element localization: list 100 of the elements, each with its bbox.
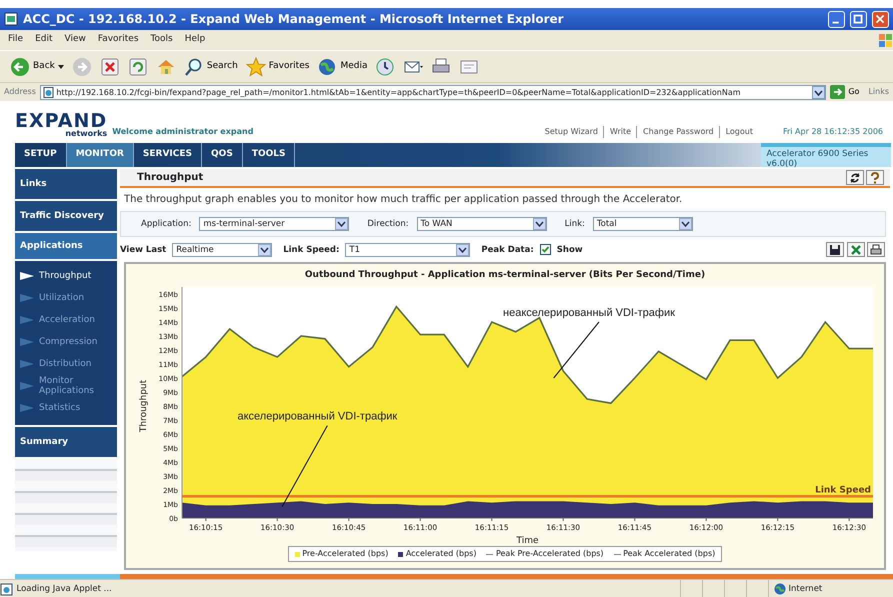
- print-icon: [870, 244, 882, 256]
- legend-label: Pre-Accelerated (bps): [302, 548, 388, 560]
- triangle-icon: [20, 360, 34, 368]
- menu-item[interactable]: Tools: [150, 33, 173, 47]
- filter-label: Link:: [564, 218, 585, 231]
- panel-header: Throughput: [120, 169, 890, 188]
- window-icon: [4, 12, 18, 26]
- spreadsheet-icon: [850, 244, 862, 256]
- menu-item[interactable]: File: [8, 33, 24, 47]
- sidebar-subitem[interactable]: Acceleration: [15, 309, 117, 332]
- window-title: ACC_DC - 192.168.10.2 - Expand Web Management - Microsoft Internet Explorer: [23, 11, 565, 28]
- search-icon: [184, 56, 204, 76]
- media-button[interactable]: Media: [317, 56, 368, 76]
- legend-label: Accelerated (bps): [406, 548, 476, 560]
- zone-text: Internet: [788, 582, 822, 596]
- close-button[interactable]: [872, 10, 889, 28]
- leader-line: [553, 322, 600, 379]
- triangle-icon: [20, 272, 34, 280]
- select-field[interactable]: ms-terminal-server: [199, 217, 350, 232]
- option-label: View Last: [120, 244, 166, 256]
- print-button[interactable]: [867, 242, 885, 258]
- nav-tab[interactable]: TOOLS: [242, 142, 296, 167]
- menu-item[interactable]: Favorites: [98, 33, 139, 47]
- triangle-icon: [20, 338, 34, 346]
- refresh-icon: [848, 172, 860, 184]
- sidebar-item[interactable]: Summary: [15, 427, 117, 458]
- legend-swatch: [294, 552, 300, 557]
- maximize-button[interactable]: [850, 10, 867, 28]
- triangle-icon: [20, 294, 34, 302]
- filter-label: Application:: [141, 218, 192, 231]
- y-axis-title: Throughput: [139, 380, 149, 433]
- callout-label: неакселерированный VDI-трафик: [503, 307, 675, 320]
- address-field[interactable]: http://192.168.10.2/fcgi-bin/fexpand?page_rel_path=/monitor1.html&tAb=1&entity=app&chartType=th&peerID=0&peerName=Total&applicationID=232&applicationNam: [40, 84, 826, 100]
- windows-flag-icon: [877, 32, 893, 48]
- export-button[interactable]: [846, 242, 864, 258]
- sidebar-subitem[interactable]: Monitor Applications: [15, 375, 117, 398]
- sidebar-subitem[interactable]: Statistics: [15, 397, 117, 420]
- legend-swatch: [398, 552, 404, 557]
- menu-item[interactable]: Edit: [35, 33, 52, 47]
- favorites-button[interactable]: Favorites: [246, 56, 310, 76]
- sidebar-item[interactable]: Traffic Discovery: [15, 201, 117, 232]
- globe-icon: [317, 56, 338, 76]
- select-field[interactable]: T1: [345, 242, 470, 257]
- nav-tab[interactable]: MONITOR: [66, 142, 134, 167]
- history-icon[interactable]: [375, 56, 396, 76]
- minimize-button[interactable]: [828, 10, 845, 28]
- nav-tab[interactable]: SERVICES: [134, 142, 202, 167]
- description-text: The throughput graph enables you to monitor how much traffic per application passed through the Accelerator.: [123, 193, 684, 208]
- reference-line-label: Link Speed: [815, 486, 871, 496]
- select-field[interactable]: Total: [592, 217, 693, 232]
- header-link[interactable]: Change Password: [636, 126, 714, 138]
- sidebar-subitem[interactable]: Distribution: [15, 353, 117, 376]
- legend-label: Peak Pre-Accelerated (bps): [496, 548, 604, 560]
- chart-title: Outbound Throughput - Application ms-terminal-server (Bits Per Second/Time): [304, 270, 706, 280]
- save-button[interactable]: [826, 242, 844, 258]
- help-button[interactable]: [866, 170, 884, 186]
- nav-tab[interactable]: QOS: [202, 142, 243, 167]
- back-icon: [10, 56, 30, 76]
- sidebar-subitem[interactable]: Utilization: [15, 287, 117, 310]
- star-icon: [246, 56, 266, 76]
- sidebar-item[interactable]: Links: [15, 169, 117, 200]
- back-button[interactable]: Back: [10, 56, 64, 76]
- filter-label: Direction:: [367, 218, 409, 231]
- select-field[interactable]: Realtime: [172, 242, 272, 257]
- refresh-icon[interactable]: [128, 56, 148, 76]
- triangle-icon: [20, 382, 34, 390]
- logo: EXPAND: [15, 112, 108, 130]
- sidebar-subitem[interactable]: Compression: [15, 331, 117, 354]
- menu-item[interactable]: Help: [184, 33, 206, 47]
- menu-item[interactable]: View: [64, 33, 86, 47]
- logo-subtitle: networks: [64, 130, 108, 138]
- search-button[interactable]: Search: [184, 56, 238, 76]
- address-label: Address: [4, 86, 36, 98]
- option-label: Link Speed:: [283, 244, 340, 256]
- welcome-text: Welcome administrator expand: [112, 126, 254, 138]
- select-field[interactable]: To WAN: [416, 217, 547, 232]
- x-axis-title: Time: [516, 536, 539, 546]
- page-icon: [0, 582, 14, 596]
- page-icon: [42, 86, 54, 98]
- stop-icon[interactable]: [100, 56, 120, 76]
- links-label[interactable]: Links: [868, 86, 889, 98]
- checkbox-label: Show: [556, 244, 583, 256]
- globe-icon: [774, 583, 786, 595]
- help-icon: [870, 172, 880, 184]
- sidebar-subitem[interactable]: Throughput: [15, 265, 117, 288]
- date-time: Fri Apr 28 16:12:35 2006: [782, 126, 883, 138]
- dropdown-caret-icon: [58, 64, 64, 68]
- checkbox[interactable]: [540, 244, 551, 256]
- go-button[interactable]: Go: [830, 85, 860, 99]
- header-link[interactable]: Logout: [718, 126, 753, 138]
- product-info: Accelerator 6900 Series v6.0(0): [760, 142, 890, 167]
- sidebar-item[interactable]: Applications: [15, 233, 117, 260]
- option-label: Peak Data:: [481, 244, 534, 256]
- header-link[interactable]: Write: [602, 126, 632, 138]
- triangle-icon: [20, 404, 34, 412]
- refresh-button[interactable]: [846, 170, 864, 186]
- header-link[interactable]: Setup Wizard: [544, 126, 598, 138]
- save-icon: [829, 244, 841, 256]
- legend-label: Peak Accelerated (bps): [623, 548, 716, 560]
- triangle-icon: [20, 316, 34, 324]
